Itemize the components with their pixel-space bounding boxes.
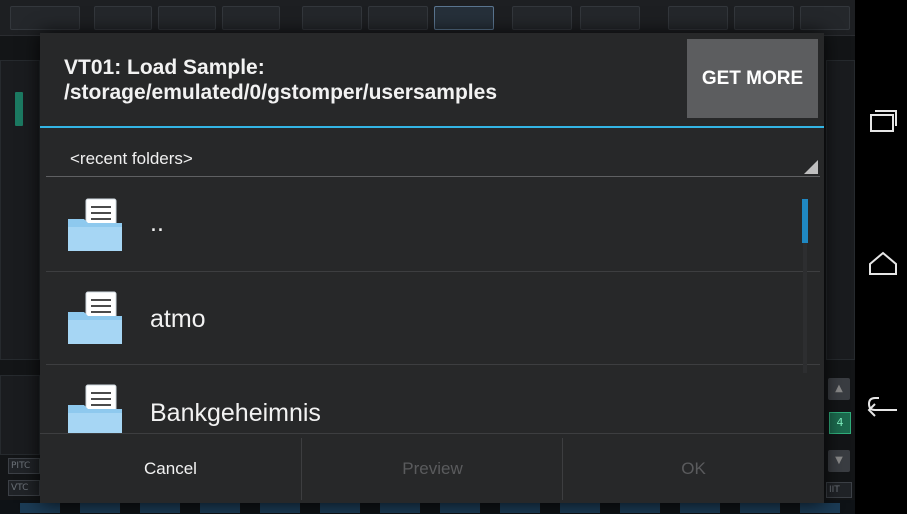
dialog-button-bar: Cancel Preview OK (40, 433, 824, 503)
toolbar-button (434, 6, 494, 30)
folder-document-icon (68, 198, 122, 251)
file-list[interactable]: .. atmo Bankgeheimnis (46, 179, 820, 433)
dialog-path: /storage/emulated/0/gstomper/usersamples (64, 81, 497, 104)
dialog-header: VT01: Load Sample: /storage/emulated/0/g… (40, 33, 824, 126)
vt-label: VTC (8, 480, 40, 496)
toolbar-button (158, 6, 216, 30)
spinner-label: <recent folders> (70, 149, 193, 168)
spinner-arrow-icon (804, 160, 818, 174)
edit-label: IIT (826, 482, 852, 498)
dialog-title-line: VT01: Load Sample: (64, 56, 265, 79)
header-divider (40, 126, 824, 128)
toolbar-button (668, 6, 728, 30)
toolbar-button (94, 6, 152, 30)
level-indicator (15, 92, 23, 126)
toolbar-button (368, 6, 428, 30)
list-item[interactable]: Bankgeheimnis (46, 365, 820, 433)
toolbar-button (10, 6, 80, 30)
recent-apps-icon[interactable] (867, 106, 899, 136)
home-icon[interactable] (867, 248, 899, 278)
toolbar-button (302, 6, 362, 30)
back-icon[interactable] (867, 390, 899, 420)
list-item[interactable]: .. (46, 179, 820, 272)
ok-button[interactable]: OK (563, 434, 824, 504)
toolbar-button (800, 6, 850, 30)
folder-document-icon (68, 384, 122, 433)
dialog-title: VT01: Load Sample: /storage/emulated/0/g… (64, 55, 664, 105)
load-sample-dialog: VT01: Load Sample: /storage/emulated/0/g… (40, 33, 824, 503)
file-name: .. (150, 209, 164, 237)
file-name: Bankgeheimnis (150, 399, 321, 427)
arrow-up-icon: ▲ (828, 378, 850, 400)
folder-document-icon (68, 291, 122, 344)
arrow-down-icon: ▼ (828, 450, 850, 472)
get-more-button[interactable]: GET MORE (687, 39, 818, 118)
toolbar-button (734, 6, 794, 30)
scrollbar-track[interactable] (803, 243, 807, 373)
file-name: atmo (150, 305, 206, 333)
right-panel (826, 60, 855, 360)
navigation-bar (855, 0, 907, 514)
toolbar-button (222, 6, 280, 30)
left-fader-panel (0, 375, 40, 455)
app-toolbar (0, 0, 855, 36)
pitch-label: PITC (8, 458, 40, 474)
list-item[interactable]: atmo (46, 272, 820, 365)
toolbar-button (512, 6, 572, 30)
recent-folders-spinner[interactable]: <recent folders> (46, 137, 820, 177)
value-box: 4 (829, 412, 851, 434)
toolbar-button (580, 6, 640, 30)
cancel-button[interactable]: Cancel (40, 434, 301, 504)
preview-button[interactable]: Preview (302, 434, 563, 504)
scrollbar-thumb[interactable] (802, 199, 808, 243)
